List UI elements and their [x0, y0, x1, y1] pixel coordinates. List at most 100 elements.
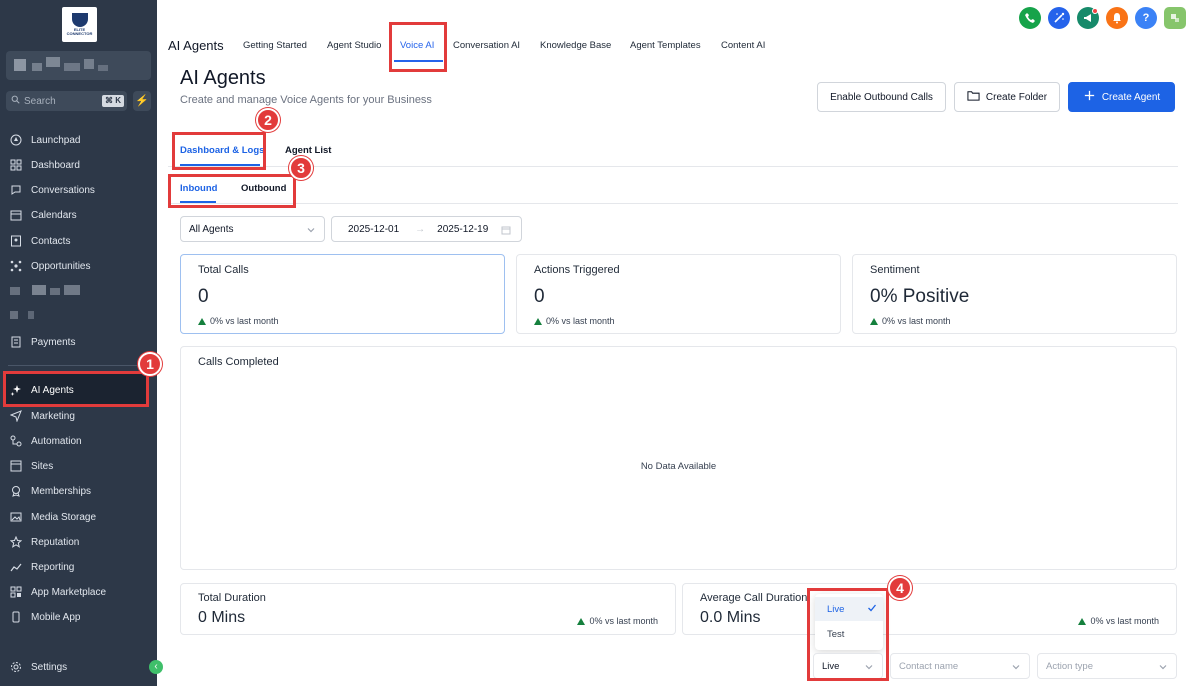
bell-icon[interactable]: [1106, 7, 1128, 29]
action-type-filter[interactable]: Action type: [1037, 653, 1177, 679]
sidebar-item-label: Automation: [31, 435, 82, 447]
sidebar-item-memberships[interactable]: Memberships: [10, 481, 150, 501]
sidebar-collapse-chevron-icon[interactable]: ‹: [149, 660, 163, 674]
tab-agent-templates[interactable]: Agent Templates: [630, 40, 701, 51]
tab-conversation-ai[interactable]: Conversation AI: [453, 40, 520, 51]
filter-placeholder: Contact name: [899, 660, 959, 672]
sidebar-item-label: Settings: [31, 661, 68, 673]
card-value: 0% Positive: [870, 286, 970, 307]
chat-bubble-icon: [10, 184, 22, 196]
button-label: Create Folder: [985, 91, 1048, 103]
tab-knowledge-base[interactable]: Knowledge Base: [540, 40, 611, 51]
total-duration-card: Total Duration 0 Mins 0% vs last month: [180, 583, 676, 635]
sidebar-item-label: Payments: [31, 336, 76, 348]
sidebar-item-contacts[interactable]: Contacts: [10, 231, 150, 251]
sidebar-search[interactable]: Search ⌘ K: [6, 91, 127, 111]
sidebar-item-label: Sites: [31, 460, 54, 472]
trend-up-icon: [198, 317, 206, 325]
tab-agent-studio[interactable]: Agent Studio: [327, 40, 381, 51]
sidebar-item-label: Calendars: [31, 209, 77, 221]
receipt-icon: [10, 336, 22, 348]
header-actions: ?: [1019, 7, 1186, 29]
annotation-box-mode-dropdown: [807, 588, 889, 681]
sidebar-item-app-marketplace[interactable]: App Marketplace: [10, 582, 150, 602]
sidebar-item-calendars[interactable]: Calendars: [10, 205, 150, 225]
card-delta: 0% vs last month: [1078, 616, 1159, 626]
sidebar-item-media-storage[interactable]: Media Storage: [10, 507, 150, 527]
image-icon: [10, 511, 22, 523]
average-duration-card: Average Call Duration 0.0 Mins 0% vs las…: [682, 583, 1177, 635]
send-icon: [10, 410, 22, 422]
sentiment-card[interactable]: Sentiment 0% Positive 0% vs last month: [852, 254, 1177, 334]
sidebar-item-settings[interactable]: Settings: [10, 657, 150, 677]
trend-up-icon: [577, 617, 586, 625]
search-shortcut: ⌘ K: [102, 95, 124, 107]
user-avatar[interactable]: [1164, 7, 1186, 29]
actions-triggered-card[interactable]: Actions Triggered 0 0% vs last month: [516, 254, 841, 334]
annotation-box-voice-ai: [389, 22, 447, 72]
annotation-box-dashboard-logs: [172, 132, 266, 170]
account-switcher[interactable]: [6, 51, 151, 80]
sidebar-item-label: Media Storage: [31, 511, 97, 523]
sidebar-item-automation[interactable]: Automation: [10, 431, 150, 451]
create-agent-button[interactable]: Create Agent: [1068, 82, 1175, 112]
badge-icon: [10, 485, 22, 497]
direction-tab-divider: [168, 203, 1178, 204]
tab-agent-list[interactable]: Agent List: [285, 145, 331, 156]
enable-outbound-calls-button[interactable]: Enable Outbound Calls: [817, 82, 946, 112]
sidebar-item-sites[interactable]: Sites: [10, 456, 150, 476]
magic-wand-icon[interactable]: [1048, 7, 1070, 29]
filter-placeholder: Action type: [1046, 660, 1093, 672]
agent-select[interactable]: All Agents: [180, 216, 325, 242]
grid-icon: [10, 159, 22, 171]
calls-completed-card: Calls Completed: [180, 346, 1177, 570]
sidebar-divider: [8, 365, 148, 366]
sidebar-item-label: Opportunities: [31, 260, 91, 272]
total-calls-card[interactable]: Total Calls 0 0% vs last month: [180, 254, 505, 334]
sidebar-item-conversations[interactable]: Conversations: [10, 180, 150, 200]
megaphone-icon[interactable]: [1077, 7, 1099, 29]
date-range-picker[interactable]: 2025-12-01 → 2025-12-19: [331, 216, 522, 242]
date-start: 2025-12-01: [348, 223, 400, 235]
sidebar-item-marketing[interactable]: Marketing: [10, 406, 150, 426]
calendar-icon: [10, 209, 22, 221]
company-logo[interactable]: ELITE CONNECTOR: [62, 7, 97, 42]
card-value: 0: [198, 286, 209, 307]
sidebar-item-mobile-app[interactable]: Mobile App: [10, 607, 150, 627]
redacted-item: [10, 285, 80, 297]
help-question-icon[interactable]: ?: [1135, 7, 1157, 29]
sidebar-item-label: Reporting: [31, 561, 75, 573]
notification-dot: [1092, 8, 1098, 14]
folder-icon: [967, 89, 980, 105]
card-label: Average Call Duration: [700, 592, 808, 604]
subtab-divider: [168, 166, 1178, 167]
trend-up-icon: [870, 317, 878, 325]
sidebar-item-launchpad[interactable]: Launchpad: [10, 130, 150, 150]
sidebar-item-label: Conversations: [31, 184, 95, 196]
tab-content-ai[interactable]: Content AI: [721, 40, 765, 51]
sidebar-item-opportunities[interactable]: Opportunities: [10, 256, 150, 276]
sidebar-item-payments[interactable]: Payments: [10, 332, 150, 352]
create-folder-button[interactable]: Create Folder: [954, 82, 1060, 112]
sidebar-item-label: Memberships: [31, 485, 92, 497]
tab-getting-started[interactable]: Getting Started: [243, 40, 307, 51]
page-subtitle: Create and manage Voice Agents for your …: [180, 94, 432, 106]
sidebar-item-reporting[interactable]: Reporting: [10, 557, 150, 577]
redacted-item: [10, 309, 40, 321]
network-icon: [10, 260, 22, 272]
delta-text: 0% vs last month: [882, 316, 951, 326]
sidebar-item-reputation[interactable]: Reputation: [10, 532, 150, 552]
annotation-badge-2: 2: [256, 108, 280, 132]
card-value: 0 Mins: [198, 609, 246, 626]
phone-call-icon[interactable]: [1019, 7, 1041, 29]
sidebar-item-label: App Marketplace: [31, 586, 107, 598]
apps-icon: [10, 586, 22, 598]
sidebar-item-dashboard[interactable]: Dashboard: [10, 155, 150, 175]
contact-name-filter[interactable]: Contact name: [890, 653, 1030, 679]
chevron-down-icon: [1159, 665, 1167, 670]
sidebar-item-label: Dashboard: [31, 159, 80, 171]
card-delta: 0% vs last month: [577, 616, 658, 626]
sidebar: ELITE CONNECTOR Search ⌘ K ⚡ Launchpad Da…: [0, 0, 157, 686]
quick-action-bolt-icon[interactable]: ⚡: [133, 91, 151, 111]
workflow-icon: [10, 435, 22, 447]
